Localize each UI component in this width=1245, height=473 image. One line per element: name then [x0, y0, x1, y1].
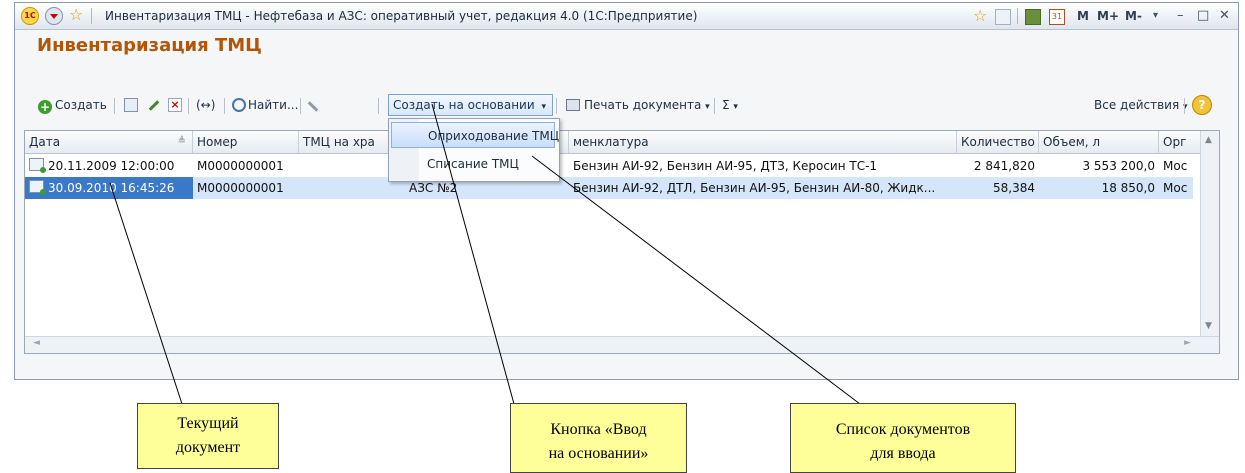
callout-current-document: Текущий документ: [137, 403, 279, 469]
callout-text-line: на основании»: [548, 445, 649, 462]
callout-document-list: Список документов для ввода: [790, 403, 1016, 473]
callout-text-line: Текущий: [177, 415, 239, 432]
callout-line: [431, 103, 515, 405]
callout-line: [531, 155, 861, 405]
callout-text-line: для ввода: [870, 445, 936, 462]
callout-text-line: документ: [175, 439, 241, 456]
callout-text-line: Кнопка «Ввод: [550, 421, 647, 438]
callout-text-line: Список документов: [835, 421, 971, 438]
callout-basis-button: Кнопка «Ввод на основании»: [510, 403, 687, 473]
callout-line: [109, 182, 183, 405]
